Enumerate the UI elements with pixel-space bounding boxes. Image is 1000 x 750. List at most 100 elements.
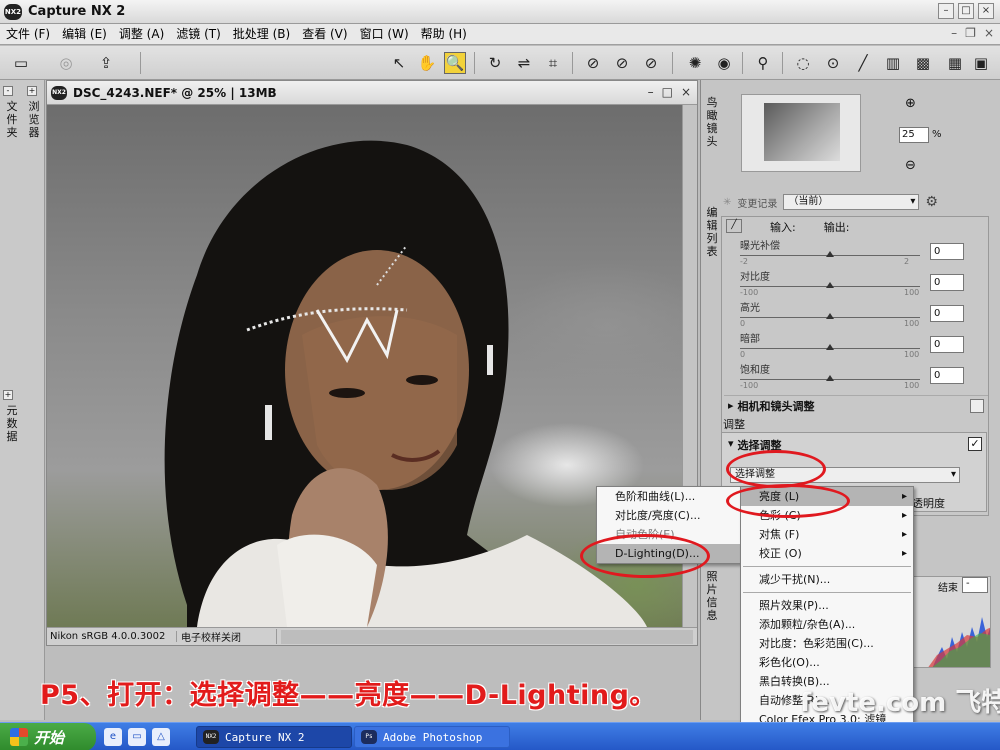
slider-value-input[interactable]: 0 — [930, 305, 964, 322]
straighten-icon[interactable]: ⇌ — [513, 52, 535, 74]
white-point-icon[interactable]: ⊘ — [640, 52, 662, 74]
menu-filter[interactable]: 滤镜 (T) — [170, 24, 227, 45]
input-label: 输入: — [770, 221, 796, 234]
slider-thumb[interactable] — [826, 282, 834, 288]
slider-value-input[interactable]: 0 — [930, 274, 964, 291]
retouch-brush-icon[interactable]: ⚲ — [752, 52, 774, 74]
tab-edit-list[interactable]: 编辑列表 — [704, 206, 720, 258]
zoom-out-icon[interactable]: ⊖ — [905, 158, 916, 173]
collapse-arrow-icon: ▾ — [728, 437, 734, 450]
marquee-icon[interactable]: ⊙ — [822, 52, 844, 74]
step-checkbox[interactable]: ✓ — [968, 437, 982, 451]
menu-batch[interactable]: 批处理 (B) — [227, 24, 296, 45]
camera-icon[interactable]: ◎ — [55, 52, 77, 74]
folders-collapse-icon[interactable]: - — [3, 86, 13, 96]
minimize-button[interactable]: – — [938, 3, 954, 19]
slider-value-input[interactable]: 0 — [930, 336, 964, 353]
document-logo-icon: NX2 — [51, 85, 67, 100]
taskbar: 开始 e ▭ △ NX2 Capture NX 2 Ps Adobe Photo… — [0, 722, 1000, 750]
auto-retouch-icon[interactable]: ✺ — [684, 52, 706, 74]
ie-icon[interactable]: e — [104, 728, 122, 746]
horizontal-scrollbar[interactable] — [281, 629, 693, 644]
upload-icon[interactable]: ⇪ — [95, 52, 117, 74]
soft-proof-dropdown[interactable]: 电子校样关闭 — [177, 629, 277, 644]
menu-color-range-contrast[interactable]: 对比度：色彩范围(C)... — [741, 634, 913, 653]
menu-contrast-brightness[interactable]: 对比度/亮度(C)... — [597, 506, 743, 525]
warning-icon[interactable]: △ — [152, 728, 170, 746]
tab-folders[interactable]: 文件夹 — [2, 100, 22, 139]
tab-birdseye[interactable]: 鸟瞰镜头 — [704, 96, 720, 148]
menu-help[interactable]: 帮助 (H) — [415, 24, 473, 45]
menu-edit[interactable]: 编辑 (E) — [56, 24, 113, 45]
toolbar-more-icon[interactable]: ▦ — [944, 52, 966, 74]
tab-browser[interactable]: 浏览器 — [24, 100, 44, 139]
document-close-icon[interactable]: × — [681, 85, 691, 99]
slider-thumb[interactable] — [826, 313, 834, 319]
slider-value-input[interactable]: 0 — [930, 243, 964, 260]
slider-thumb[interactable] — [826, 375, 834, 381]
history-dropdown[interactable]: （当前） ▾ — [783, 194, 920, 210]
doc-close-icon[interactable]: × — [984, 26, 994, 40]
metadata-collapse-icon[interactable]: + — [3, 390, 13, 400]
task-capture-nx[interactable]: NX2 Capture NX 2 — [196, 726, 352, 748]
histogram-end-input[interactable]: - — [962, 577, 988, 593]
menu-photo-effects[interactable]: 照片效果(P)... — [741, 596, 913, 615]
close-button[interactable]: × — [978, 3, 994, 19]
menu-colorize[interactable]: 彩色化(O)... — [741, 653, 913, 672]
crop-icon[interactable]: ⌗ — [542, 52, 564, 74]
zoom-unit: % — [932, 129, 942, 140]
section-checkbox[interactable] — [970, 398, 984, 413]
black-point-icon[interactable]: ⊘ — [582, 52, 604, 74]
history-row: ✳ 变更记录 （当前） ▾ ⚙ — [723, 192, 997, 212]
tab-photo-info[interactable]: 照片信息 — [705, 570, 719, 622]
menu-adjust[interactable]: 调整 (A) — [113, 24, 170, 45]
rotate-icon[interactable]: ↻ — [484, 52, 506, 74]
gradient-icon[interactable]: ▥ — [882, 52, 904, 74]
selection-brush-icon[interactable]: ╱ — [852, 52, 874, 74]
browser-collapse-icon[interactable]: + — [27, 86, 37, 96]
fill-icon[interactable]: ▩ — [912, 52, 934, 74]
slider-value-input[interactable]: 0 — [930, 367, 964, 384]
red-eye-icon[interactable]: ◉ — [713, 52, 735, 74]
slider-exposure: 曝光补偿 -2 2 0 — [740, 237, 980, 268]
hand-tool-icon[interactable]: ✋ — [416, 52, 438, 74]
document-maximize-icon[interactable]: □ — [662, 85, 673, 99]
birdseye-thumbnail — [764, 103, 840, 161]
slider-thumb[interactable] — [826, 344, 834, 350]
task-photoshop[interactable]: Ps Adobe Photoshop — [354, 726, 510, 748]
camera-lens-section[interactable]: ▸ 相机和镜头调整 — [724, 395, 988, 415]
zoom-tool-icon[interactable]: 🔍 — [444, 52, 466, 74]
title-bar: NX2 Capture NX 2 – □ × — [0, 0, 1000, 24]
lasso-icon[interactable]: ◌ — [792, 52, 814, 74]
folder-icon[interactable]: ▭ — [128, 728, 146, 746]
menu-correction[interactable]: 校正 (O) — [741, 544, 913, 563]
menu-file[interactable]: 文件 (F) — [0, 24, 56, 45]
toolbar: ▭ ◎ ⇪ ↖ ✋ 🔍 ↻ ⇌ ⌗ ⊘ ⊘ ⊘ ✺ ◉ ⚲ ◌ ⊙ ╱ ▥ ▩ … — [0, 46, 1000, 80]
doc-restore-icon[interactable]: ❐ — [965, 26, 976, 40]
doc-minimize-icon[interactable]: – — [951, 26, 957, 40]
gear-icon[interactable]: ⚙ — [925, 194, 938, 210]
windows-logo-icon — [10, 728, 28, 746]
output-label: 输出: — [823, 221, 850, 234]
menu-focus[interactable]: 对焦 (F) — [741, 525, 913, 544]
tab-metadata[interactable]: 元数据 — [2, 404, 22, 443]
curve-edit-icon[interactable]: ╱ — [726, 219, 742, 233]
neutral-point-icon[interactable]: ⊘ — [611, 52, 633, 74]
menu-levels-curves[interactable]: 色阶和曲线(L)... — [597, 487, 743, 506]
menu-add-grain[interactable]: 添加颗粒/杂色(A)... — [741, 615, 913, 634]
direct-select-icon[interactable]: ↖ — [388, 52, 410, 74]
selection-settings-icon[interactable]: ▣ — [970, 52, 992, 74]
maximize-button[interactable]: □ — [958, 3, 974, 19]
document-window-controls: – ❐ × — [951, 26, 994, 40]
document-minimize-icon[interactable]: – — [648, 85, 654, 99]
slider-min: -2 — [740, 257, 748, 266]
zoom-in-icon[interactable]: ⊕ — [905, 96, 916, 111]
menu-view[interactable]: 查看 (V) — [296, 24, 353, 45]
menu-window[interactable]: 窗口 (W) — [354, 24, 415, 45]
menu-noise-reduction[interactable]: 减少干扰(N)... — [741, 570, 913, 589]
zoom-input[interactable]: 25 — [899, 127, 929, 143]
birdseye-view[interactable] — [741, 94, 861, 172]
start-button[interactable]: 开始 — [0, 723, 96, 750]
slider-thumb[interactable] — [826, 251, 834, 257]
workspace-icon[interactable]: ▭ — [10, 52, 32, 74]
